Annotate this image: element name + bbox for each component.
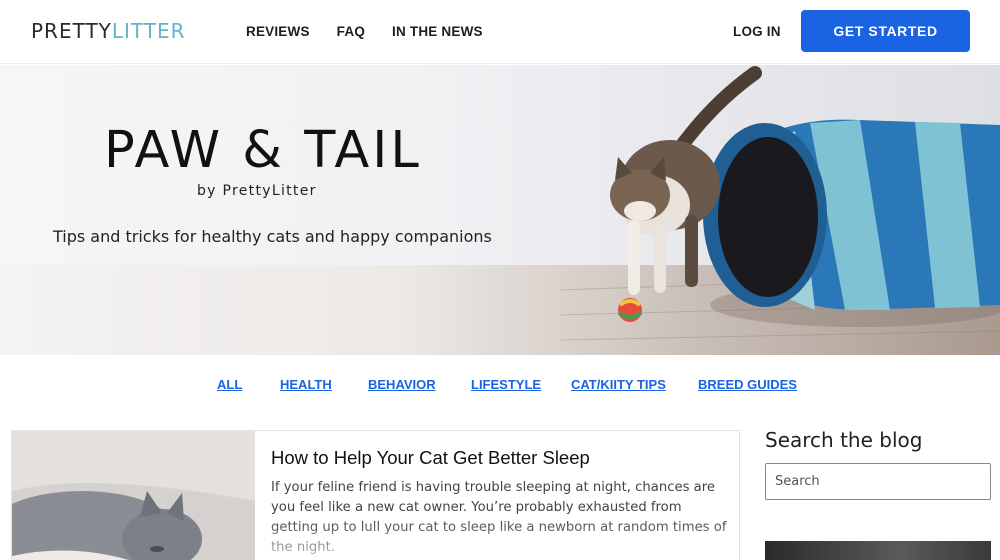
category-breed-guides[interactable]: BREED GUIDES: [698, 377, 797, 392]
hero-cat-tunnel-image: [560, 66, 1000, 341]
main-nav: REVIEWS FAQ IN THE NEWS: [246, 24, 510, 39]
category-lifestyle[interactable]: LIFESTYLE: [471, 377, 541, 392]
site-header: PRETTYLITTER REVIEWS FAQ IN THE NEWS LOG…: [0, 0, 1000, 64]
category-filter-nav: ALL HEALTH BEHAVIOR LIFESTYLE CAT/KIITY …: [0, 377, 1000, 397]
logo-text-litter: LITTER: [111, 19, 186, 43]
nav-in-the-news[interactable]: IN THE NEWS: [392, 24, 483, 39]
sidebar-image[interactable]: [765, 541, 991, 560]
logo-text-pretty: PRETTY: [31, 19, 112, 43]
hero-banner: PAW & TAIL by PrettyLitter Tips and tric…: [0, 65, 1000, 355]
hero-title: PAW & TAIL: [104, 121, 422, 180]
category-health[interactable]: HEALTH: [280, 377, 332, 392]
sidebar-search-title: Search the blog: [765, 428, 923, 452]
article-card[interactable]: How to Help Your Cat Get Better Sleep If…: [11, 430, 740, 560]
blog-search-input[interactable]: [765, 463, 991, 500]
article-title[interactable]: How to Help Your Cat Get Better Sleep: [271, 447, 590, 469]
nav-faq[interactable]: FAQ: [337, 24, 365, 39]
nav-reviews[interactable]: REVIEWS: [246, 24, 310, 39]
article-thumbnail[interactable]: [12, 431, 255, 560]
category-cat-kitty-tips[interactable]: CAT/KIITY TIPS: [571, 377, 666, 392]
sleeping-cat-image: [12, 431, 255, 560]
hero-tagline: Tips and tricks for healthy cats and hap…: [53, 227, 492, 246]
get-started-button[interactable]: GET STARTED: [801, 10, 970, 52]
article-excerpt: If your feline friend is having trouble …: [271, 480, 727, 555]
hero-byline: by PrettyLitter: [197, 183, 317, 199]
site-logo[interactable]: PRETTYLITTER: [31, 20, 186, 42]
category-all[interactable]: ALL: [217, 377, 242, 392]
login-link[interactable]: LOG IN: [733, 24, 781, 39]
category-behavior[interactable]: BEHAVIOR: [368, 377, 436, 392]
